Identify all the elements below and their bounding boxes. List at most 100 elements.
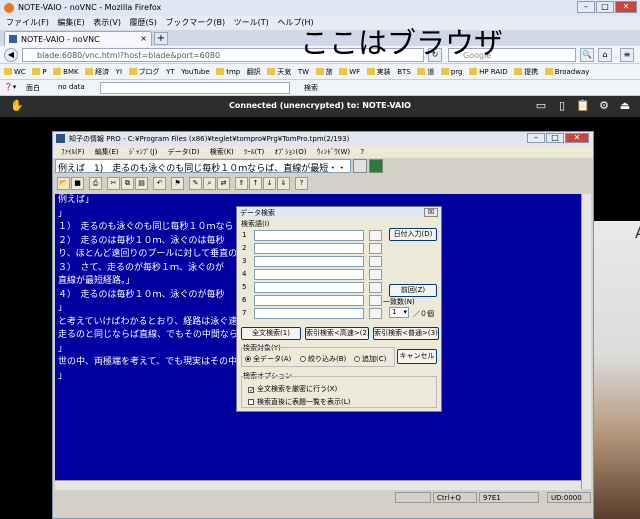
new-tab-button[interactable]: +	[154, 32, 168, 45]
menu-view[interactable]: 表示(V)	[93, 17, 121, 28]
toolbar-search-button[interactable]: 検索	[304, 83, 318, 93]
search-word-option-button[interactable]	[369, 269, 382, 280]
help-icon[interactable]: ❓▾	[4, 83, 16, 91]
maximize-button[interactable]: □	[596, 1, 614, 13]
index-search-normal-button[interactable]: 索引検索<普通>(3)	[373, 327, 439, 340]
menu-bookmarks[interactable]: ブックマーク(B)	[165, 17, 225, 28]
bookmark-item[interactable]: BTS	[397, 68, 411, 76]
search-word-input[interactable]	[254, 269, 364, 280]
tab-novnc[interactable]: NOTE-VAIO - noVNC ×	[4, 31, 152, 46]
menu-tools[interactable]: ツール(T)	[234, 17, 269, 28]
back-button[interactable]: ◀	[4, 48, 18, 62]
first-icon[interactable]: ⇑	[235, 177, 248, 190]
bookmark-item[interactable]: 天気	[267, 67, 291, 77]
title-list-icon[interactable]	[353, 159, 367, 173]
title-jump-icon[interactable]	[369, 159, 383, 173]
print-icon[interactable]: ⎙	[89, 177, 102, 190]
bookmark-item[interactable]: 実装	[366, 67, 391, 77]
disconnect-icon[interactable]: ⏏	[618, 99, 632, 113]
vertical-scrollbar[interactable]	[581, 194, 591, 489]
horizontal-scrollbar[interactable]	[55, 480, 581, 490]
ctrl-alt-del-icon[interactable]: ▯	[555, 99, 569, 113]
title-field[interactable]: 例えば 1) 走るのも泳ぐのも同じ毎秒１０ｍならば、直線が最短・・・	[55, 159, 351, 173]
search-word-input[interactable]	[254, 295, 364, 306]
bookmark-item[interactable]: prg	[440, 68, 463, 76]
search-word-input[interactable]	[254, 243, 364, 254]
app-menu-file[interactable]: ﾌｧｲﾙ(F)	[61, 147, 85, 157]
search-word-input[interactable]	[254, 256, 364, 267]
bookmark-item[interactable]: 翻訳	[247, 67, 261, 77]
app-close-button[interactable]: ✕	[565, 133, 589, 143]
bookmark-item[interactable]: ブログ	[128, 67, 160, 77]
open-icon[interactable]: 📂	[57, 177, 70, 190]
index-search-fast-button[interactable]: 索引検索<高速>(2)	[305, 327, 370, 340]
bookmark-item[interactable]: YT	[166, 68, 175, 76]
replace-icon[interactable]: ⇄	[217, 177, 230, 190]
clipboard-icon[interactable]: 📋	[576, 99, 590, 113]
previous-button[interactable]: 前回(Z)	[389, 284, 437, 297]
search-word-input[interactable]	[254, 308, 364, 319]
cut-icon[interactable]: ✂	[107, 177, 120, 190]
tab-close-icon[interactable]: ×	[140, 34, 147, 43]
toolbar-search-input[interactable]	[100, 82, 290, 94]
bookmark-item[interactable]: 経済	[85, 67, 109, 77]
search-icon[interactable]: ⌕	[203, 177, 216, 190]
keyboard-icon[interactable]: ▭	[534, 99, 548, 113]
dialog-close-icon[interactable]: ☒	[424, 208, 438, 217]
bookmark-item[interactable]: HP RAID	[469, 68, 508, 76]
bookmark-item[interactable]: TW	[298, 68, 309, 76]
menu-history[interactable]: 履歴(S)	[130, 17, 157, 28]
bookmark-item[interactable]: 提携	[514, 67, 538, 77]
save-icon[interactable]: ■	[71, 177, 84, 190]
bookmark-item[interactable]: Broadway	[544, 68, 589, 76]
settings-icon[interactable]: ⚙	[597, 99, 611, 113]
cancel-button[interactable]: キャンセル	[397, 349, 437, 364]
search-word-option-button[interactable]	[369, 256, 382, 267]
menu-icon[interactable]: ≡	[620, 48, 634, 62]
app-menu-search[interactable]: 検索(K)	[210, 147, 234, 157]
app-maximize-button[interactable]: □	[546, 133, 564, 143]
target-narrow-radio[interactable]: 絞り込み(B)	[300, 354, 346, 364]
undo-icon[interactable]: ↶	[153, 177, 166, 190]
app-minimize-button[interactable]: –	[527, 133, 545, 143]
help-pointer-icon[interactable]: ?	[295, 177, 308, 190]
bookmark-item[interactable]: BMK	[53, 68, 79, 76]
search-word-input[interactable]	[254, 230, 364, 241]
pen-icon[interactable]: ✎	[189, 177, 202, 190]
bookmark-item[interactable]: P	[32, 68, 47, 76]
flag-icon[interactable]: ⚑	[171, 177, 184, 190]
search-word-input[interactable]	[254, 282, 364, 293]
search-word-option-button[interactable]	[369, 308, 382, 319]
date-input-button[interactable]: 日付入力(D)	[389, 228, 437, 241]
app-menu-tools[interactable]: ﾂｰﾙ(T)	[244, 147, 264, 157]
app-menu-window[interactable]: ｳｨﾝﾄﾞｳ(W)	[317, 147, 350, 157]
face-button[interactable]: 面白	[26, 83, 40, 93]
bookmark-item[interactable]: YouTube	[181, 68, 209, 76]
menu-file[interactable]: ファイル(F)	[6, 17, 49, 28]
target-add-radio[interactable]: 追加(C)	[354, 354, 386, 364]
minimize-button[interactable]: –	[577, 1, 595, 13]
strict-search-checkbox[interactable]: ✓ 全文検索を厳密に行う(X)	[248, 384, 337, 394]
target-all-radio[interactable]: 全データ(A)	[245, 354, 291, 364]
app-menu-data[interactable]: データ(D)	[168, 147, 200, 157]
bookmark-item[interactable]: YI	[116, 68, 122, 76]
show-title-list-checkbox[interactable]: 検索直後に表題一覧を表示(L)	[248, 397, 350, 407]
app-menu-options[interactable]: ｵﾌﾟｼｮﾝ(O)	[275, 147, 307, 157]
full-text-search-button[interactable]: 全文検索(1)	[241, 327, 301, 340]
search-word-option-button[interactable]	[369, 230, 382, 241]
home-icon[interactable]: ⌂	[598, 48, 612, 62]
paste-icon[interactable]: ▤	[135, 177, 148, 190]
menu-edit[interactable]: 編集(E)	[57, 17, 84, 28]
close-button[interactable]: ✕	[615, 1, 637, 13]
copy-icon[interactable]: ⧉	[121, 177, 134, 190]
last-icon[interactable]: ⇓	[277, 177, 290, 190]
app-menu-edit[interactable]: 編集(E)	[95, 147, 119, 157]
bookmark-item[interactable]: WF	[339, 68, 360, 76]
search-word-option-button[interactable]	[369, 282, 382, 293]
bookmark-item[interactable]: 旅	[315, 67, 333, 77]
bookmark-item[interactable]: WC	[4, 68, 26, 76]
app-menu-help[interactable]: ?	[360, 148, 364, 156]
bookmark-item[interactable]: tmp	[216, 68, 240, 76]
app-menu-jump[interactable]: ｼﾞｬﾝﾌﾟ(J)	[129, 147, 158, 157]
next-icon[interactable]: ↓	[263, 177, 276, 190]
